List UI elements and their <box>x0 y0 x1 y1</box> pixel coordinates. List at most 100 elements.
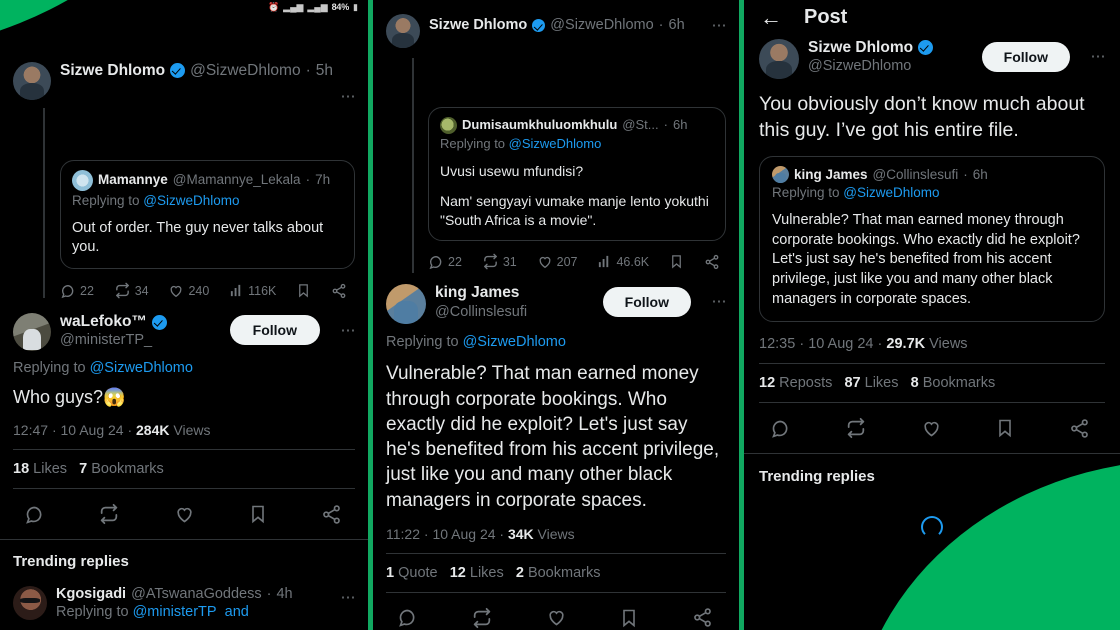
author-display-name[interactable]: king James <box>435 284 594 303</box>
views-action[interactable]: 46.6K <box>597 254 649 269</box>
more-options-icon[interactable]: ⋯ <box>335 586 356 608</box>
tweet-date: 10 Aug 24 <box>808 336 874 353</box>
back-arrow-icon[interactable]: ← <box>760 6 782 29</box>
follow-button[interactable]: Follow <box>602 287 691 318</box>
replying-handle[interactable]: @SizweDhlomo <box>843 185 939 200</box>
views-action[interactable]: 116K <box>229 283 276 298</box>
repost-action[interactable] <box>471 607 493 629</box>
repost-action[interactable]: 31 <box>482 253 517 270</box>
quoted-avatar[interactable] <box>72 169 93 191</box>
stat-2-label[interactable]: Bookmarks <box>923 375 996 391</box>
stat-0-label[interactable]: Likes <box>33 461 67 477</box>
tweet-walefoko[interactable]: waLefoko™ @ministerTP_ Follow ⋯ Replying… <box>0 299 368 438</box>
more-options-icon[interactable]: ⋯ <box>335 319 356 341</box>
avatar[interactable] <box>13 313 51 352</box>
bookmark-action[interactable] <box>995 418 1015 438</box>
like-action[interactable] <box>174 504 195 525</box>
repost-count: 31 <box>502 254 517 269</box>
meta-dot-2: · <box>499 525 508 542</box>
author-handle[interactable]: @Collinslesufi <box>435 303 594 321</box>
stat-2-label[interactable]: Bookmarks <box>528 565 601 581</box>
tweet-sizwe-dhlomo-mid[interactable]: Sizwe Dhlomo @SizweDhlomo · 6h ⋯ I've ne… <box>373 0 739 273</box>
reply-action[interactable]: 22 <box>60 283 94 299</box>
more-options-icon[interactable]: ⋯ <box>706 14 727 36</box>
replying-and[interactable]: and <box>225 604 249 620</box>
stat-0-label[interactable]: Reposts <box>779 375 832 391</box>
author-display-name[interactable]: Sizwe Dhlomo <box>60 62 165 80</box>
more-options-icon[interactable]: ⋯ <box>706 290 727 312</box>
trending-reply-item[interactable]: Kgosigadi @ATswanaGoddess · 4h Replying … <box>0 570 368 622</box>
trending-handle[interactable]: @ATswanaGoddess <box>131 586 262 603</box>
quoted-avatar[interactable] <box>772 165 789 183</box>
replying-handle[interactable]: @SizweDhlomo <box>143 193 239 208</box>
follow-button[interactable]: Follow <box>229 315 320 346</box>
share-action[interactable] <box>692 607 713 628</box>
quoted-timestamp: 6h <box>672 116 688 132</box>
share-action[interactable] <box>1069 418 1090 439</box>
panel-middle: Sizwe Dhlomo @SizweDhlomo · 6h ⋯ I've ne… <box>373 0 739 630</box>
avatar[interactable] <box>386 14 420 48</box>
main-action-bar <box>744 403 1120 453</box>
quoted-display-name[interactable]: Dumisaumkhuluomkhulu <box>462 117 617 133</box>
more-options-icon[interactable]: ⋯ <box>335 85 356 107</box>
repost-action[interactable] <box>98 503 120 525</box>
quoted-handle[interactable]: @Mamannye_Lekala <box>173 172 301 188</box>
quoted-tweet-card[interactable]: Dumisaumkhuluomkhulu @St... · 6h Replyin… <box>428 106 726 242</box>
panel-left: ⏰ ▂▄▆ ▂▄▆ 84% ▮ Sizwe Dhlomo @SizweDhlom… <box>0 0 368 630</box>
repost-action[interactable] <box>845 417 867 439</box>
like-action[interactable]: 207 <box>537 254 578 270</box>
quoted-handle[interactable]: @St... <box>622 117 658 133</box>
author-handle[interactable]: @SizweDhlomo <box>808 57 973 76</box>
tweet-views-label: Views <box>173 422 211 439</box>
avatar[interactable] <box>759 39 799 79</box>
replying-handle[interactable]: @ministerTP <box>133 604 217 620</box>
replying-handle[interactable]: @SizweDhlomo <box>90 360 193 376</box>
like-action[interactable]: 240 <box>168 283 209 299</box>
share-action[interactable] <box>331 283 347 299</box>
share-action[interactable] <box>704 254 720 270</box>
stat-1-label[interactable]: Likes <box>865 375 899 391</box>
author-display-name[interactable]: Sizwe Dhlomo <box>429 17 527 34</box>
replying-handle[interactable]: @SizweDhlomo <box>463 334 566 350</box>
trending-display-name[interactable]: Kgosigadi <box>56 586 126 603</box>
tweet-king-james-mid[interactable]: king James @Collinslesufi Follow ⋯ Reply… <box>373 270 739 542</box>
author-handle[interactable]: @SizweDhlomo <box>550 17 653 34</box>
bookmark-action[interactable] <box>248 504 268 524</box>
tweet-sizwe-dhlomo-left[interactable]: Sizwe Dhlomo @SizweDhlomo · 5h ⋯ He trie… <box>0 0 368 299</box>
tweet-timestamp: 5h <box>315 62 333 79</box>
bookmark-action[interactable] <box>669 254 684 269</box>
quoted-display-name[interactable]: Mamannye <box>98 172 168 188</box>
replying-handle[interactable]: @SizweDhlomo <box>509 136 602 151</box>
follow-button[interactable]: Follow <box>981 42 1070 72</box>
reply-action[interactable] <box>24 504 45 525</box>
author-handle[interactable]: @SizweDhlomo <box>190 62 301 80</box>
bookmark-action[interactable] <box>619 608 639 628</box>
reply-action[interactable] <box>770 418 791 439</box>
action-bar: 22 34 240 116K <box>60 282 355 299</box>
more-options-icon[interactable]: ⋯ <box>1085 45 1106 67</box>
quoted-tweet-card[interactable]: king James @Collinslesufi · 6h Replying … <box>759 155 1105 323</box>
stat-0-label[interactable]: Quote <box>398 565 438 581</box>
like-action[interactable] <box>546 607 567 628</box>
reply-action[interactable]: 22 <box>428 254 462 270</box>
repost-action[interactable]: 34 <box>114 282 149 299</box>
meta-dot-2: · <box>127 422 137 439</box>
author-display-name[interactable]: waLefoko™ <box>60 313 147 331</box>
quoted-body: Vulnerable? That man earned money throug… <box>772 211 1080 307</box>
reply-action[interactable] <box>397 607 418 628</box>
avatar[interactable] <box>386 284 426 325</box>
bookmark-action[interactable] <box>296 283 311 298</box>
quoted-avatar[interactable] <box>440 116 457 134</box>
quoted-display-name[interactable]: king James <box>794 167 868 183</box>
avatar[interactable] <box>13 586 47 621</box>
quoted-handle[interactable]: @Collinslesufi <box>873 167 959 183</box>
avatar[interactable] <box>13 62 51 100</box>
author-handle[interactable]: @ministerTP_ <box>60 331 221 349</box>
like-action[interactable] <box>921 418 942 439</box>
quoted-tweet-card[interactable]: Mamannye @Mamannye_Lekala · 7h Replying … <box>60 159 355 270</box>
tweet-views-count: 29.7K <box>886 336 926 353</box>
share-action[interactable] <box>321 504 342 525</box>
author-display-name[interactable]: Sizwe Dhlomo <box>808 39 913 57</box>
stat-1-label[interactable]: Likes <box>470 565 504 581</box>
stat-1-label[interactable]: Bookmarks <box>91 461 164 477</box>
